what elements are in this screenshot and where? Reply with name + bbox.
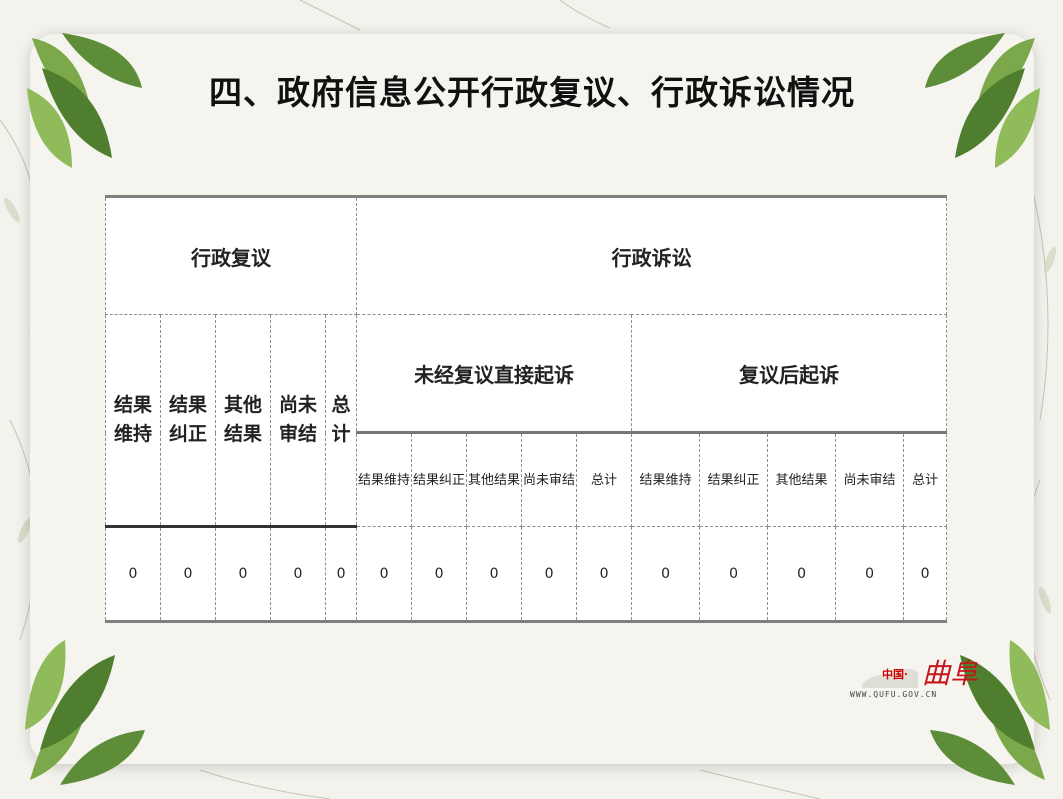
value-cell: 0: [411, 526, 468, 622]
watermark-signature: 曲阜: [922, 657, 979, 690]
after-col-header: 其他结果: [767, 431, 837, 527]
watermark-label: 中国·: [882, 668, 908, 681]
value-cell: 0: [631, 526, 701, 622]
after-col-header: 结果维持: [631, 431, 701, 527]
value-cell: 0: [466, 526, 523, 622]
direct-col-header: 结果纠正: [411, 431, 468, 527]
direct-col-header: 总计: [576, 431, 633, 527]
review-col-header: 结果 维持: [105, 314, 161, 528]
header-litigation: 行政诉讼: [356, 196, 948, 315]
direct-col-header: 结果维持: [356, 431, 413, 527]
value-cell: 0: [576, 526, 633, 622]
value-cell: 0: [835, 526, 905, 622]
value-cell: 0: [356, 526, 413, 622]
litigation-table: 行政复议 行政诉讼 结果 维持 结果 纠正 其他 结果 尚未 审结 总计 未经复议直接起…: [104, 195, 948, 623]
direct-col-header: 其他结果: [466, 431, 523, 527]
review-col-header: 总计: [324, 314, 358, 528]
value-cell: 0: [324, 526, 358, 622]
value-cell: 0: [767, 526, 837, 622]
header-admin-review: 行政复议: [104, 196, 358, 315]
value-cell: 0: [903, 526, 948, 622]
value-cell: 0: [215, 526, 271, 622]
review-col-header: 尚未 审结: [270, 314, 326, 528]
review-col-header: 其他 结果: [215, 314, 271, 528]
page-title: 四、政府信息公开行政复议、行政诉讼情况: [209, 73, 855, 112]
site-watermark: 中国· 曲阜 WWW.QUFU.GOV.CN: [840, 650, 980, 710]
after-col-header: 尚未审结: [835, 431, 905, 527]
value-cell: 0: [270, 526, 326, 622]
value-cell: 0: [160, 526, 216, 622]
review-col-header: 结果 纠正: [160, 314, 216, 528]
header-direct-suit: 未经复议直接起诉: [356, 314, 633, 433]
watermark-url: WWW.QUFU.GOV.CN: [850, 690, 938, 699]
after-col-header: 总计: [903, 431, 948, 527]
value-cell: 0: [521, 526, 578, 622]
value-cell: 0: [105, 526, 161, 622]
after-col-header: 结果纠正: [699, 431, 769, 527]
value-cell: 0: [699, 526, 769, 622]
header-after-review-suit: 复议后起诉: [631, 314, 948, 433]
direct-col-header: 尚未审结: [521, 431, 578, 527]
